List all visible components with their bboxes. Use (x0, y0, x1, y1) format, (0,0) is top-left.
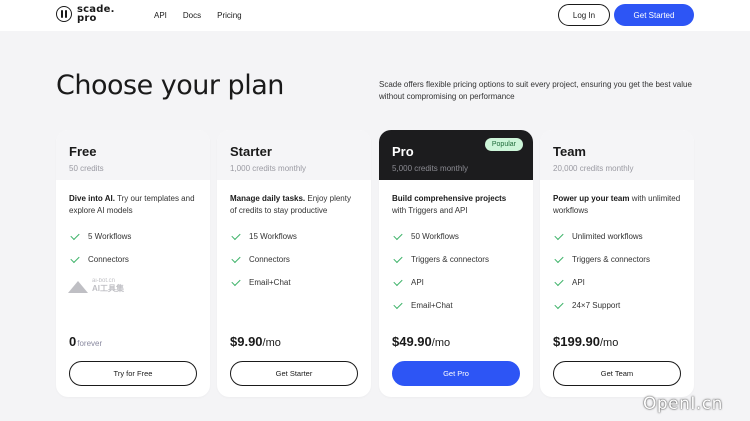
check-icon (554, 253, 564, 264)
top-navbar: scade. pro API Docs Pricing Log In Get S… (0, 0, 750, 31)
feature-item: 5 Workflows (69, 225, 197, 248)
try-for-free-button[interactable]: Try for Free (69, 361, 197, 386)
feature-item: Email+Chat (230, 271, 358, 294)
scade-logo-icon (56, 6, 72, 22)
corner-watermark: OpenI.cn (643, 394, 723, 414)
plan-price: $199.90/mo (553, 334, 619, 349)
plan-header: Team 20,000 credits monthly (540, 130, 694, 180)
feature-item: Triggers & connectors (553, 248, 681, 271)
check-icon (70, 253, 80, 264)
plan-price: $9.90/mo (230, 334, 281, 349)
plan-credits: 1,000 credits monthly (230, 164, 307, 173)
plan-tagline: Power up your team with unlimited workfl… (553, 194, 681, 215)
check-icon (70, 230, 80, 241)
plan-price: $49.90/mo (392, 334, 451, 349)
page-title: Choose your plan (56, 70, 284, 101)
feature-list: 15 Workflows Connectors Email+Chat (230, 225, 358, 294)
check-icon (231, 276, 241, 287)
scade-logo[interactable]: scade. pro (56, 5, 115, 24)
feature-item: Email+Chat (392, 294, 520, 317)
nav-item-pricing[interactable]: Pricing (217, 11, 241, 20)
get-team-button[interactable]: Get Team (553, 361, 681, 386)
plan-name: Free (69, 144, 97, 159)
plan-price: 0forever (69, 334, 103, 349)
plan-name: Starter (230, 144, 272, 159)
plan-name: Team (553, 144, 586, 159)
get-pro-button[interactable]: Get Pro (392, 361, 520, 386)
check-icon (554, 276, 564, 287)
feature-item: 50 Workflows (392, 225, 520, 248)
popular-badge: Popular (484, 138, 523, 151)
feature-item: Connectors (69, 248, 197, 271)
plan-card-pro: Pro 5,000 credits monthly Popular Build … (379, 130, 533, 397)
check-icon (393, 276, 403, 287)
feature-item: Connectors (230, 248, 358, 271)
feature-list: 50 Workflows Triggers & connectors API E… (392, 225, 520, 317)
page-description: Scade offers flexible pricing options to… (379, 80, 692, 101)
plan-credits: 5,000 credits monthly (392, 164, 469, 173)
plan-tagline: Build comprehensive projects with Trigge… (392, 194, 507, 215)
check-icon (393, 253, 403, 264)
plan-header: Free 50 credits (56, 130, 210, 180)
plan-card-starter: Starter 1,000 credits monthly Manage dai… (217, 130, 371, 397)
nav-item-docs[interactable]: Docs (183, 11, 201, 20)
watermark-logo: ai-bot.cn AI工具集 (68, 278, 124, 294)
watermark-icon (68, 279, 88, 293)
plan-card-free: Free 50 credits Dive into AI. Try our te… (56, 130, 210, 397)
login-button[interactable]: Log In (558, 4, 610, 26)
check-icon (554, 230, 564, 241)
plan-card-team: Team 20,000 credits monthly Power up you… (540, 130, 694, 397)
plan-header: Pro 5,000 credits monthly Popular (379, 130, 533, 180)
plan-header: Starter 1,000 credits monthly (217, 130, 371, 180)
check-icon (231, 230, 241, 241)
feature-list: 5 Workflows Connectors (69, 225, 197, 271)
watermark-large-text: AI工具集 (92, 284, 124, 293)
feature-list: Unlimited workflows Triggers & connector… (553, 225, 681, 317)
feature-item: 15 Workflows (230, 225, 358, 248)
feature-item: API (553, 271, 681, 294)
check-icon (554, 299, 564, 310)
feature-item: API (392, 271, 520, 294)
plan-tagline: Manage daily tasks. Enjoy plenty of cred… (230, 194, 351, 215)
plan-tagline: Dive into AI. Try our templates and expl… (69, 194, 195, 215)
plan-credits: 50 credits (69, 164, 104, 173)
check-icon (393, 230, 403, 241)
check-icon (231, 253, 241, 264)
main-nav: API Docs Pricing (154, 11, 258, 20)
get-starter-button[interactable]: Get Starter (230, 361, 358, 386)
nav-item-api[interactable]: API (154, 11, 167, 20)
feature-item: 24×7 Support (553, 294, 681, 317)
plan-credits: 20,000 credits monthly (553, 164, 634, 173)
check-icon (393, 299, 403, 310)
logo-line-2: pro (77, 13, 97, 24)
feature-item: Unlimited workflows (553, 225, 681, 248)
feature-item: Triggers & connectors (392, 248, 520, 271)
get-started-button[interactable]: Get Started (614, 4, 694, 26)
